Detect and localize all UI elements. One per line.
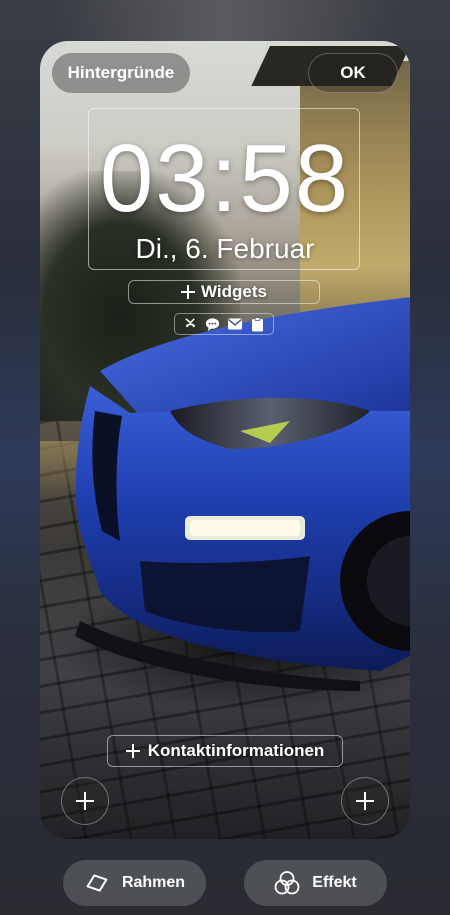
frame-button[interactable]: Rahmen [63, 860, 206, 906]
mail-icon [227, 316, 243, 332]
add-contact-info-label: Kontaktinformationen [147, 741, 325, 760]
left-shortcut-button[interactable] [61, 777, 109, 825]
clock-date: Di., 6. Februar [135, 233, 315, 264]
clipboard-icon [250, 316, 266, 332]
clock-time: 03:58 [99, 125, 351, 232]
effect-button-label: Effekt [312, 874, 357, 891]
add-widgets-label: Widgets [201, 282, 267, 301]
right-shortcut-button[interactable] [341, 777, 389, 825]
chat-bubble-icon [205, 316, 221, 332]
plus-icon [181, 285, 196, 299]
ok-button-label: OK [340, 63, 366, 82]
effect-button[interactable]: Effekt [244, 860, 387, 906]
ok-button[interactable]: OK [308, 53, 398, 93]
notification-icons-area[interactable] [174, 313, 274, 335]
add-contact-info-button[interactable]: Kontaktinformationen [107, 735, 343, 767]
effect-circles-icon [274, 870, 300, 896]
frame-button-label: Rahmen [121, 874, 186, 891]
frame-icon [84, 870, 110, 896]
plus-icon [76, 792, 94, 810]
missed-call-icon [182, 316, 198, 332]
lockscreen-preview: Hintergründe OK 03:58 Di., 6. Februar Wi… [40, 41, 410, 839]
wallpapers-button-label: Hintergründe [67, 63, 175, 82]
wallpapers-button[interactable]: Hintergründe [52, 53, 190, 93]
plus-icon [356, 792, 374, 810]
add-widgets-button[interactable]: Widgets [128, 280, 320, 304]
plus-icon [125, 744, 140, 758]
